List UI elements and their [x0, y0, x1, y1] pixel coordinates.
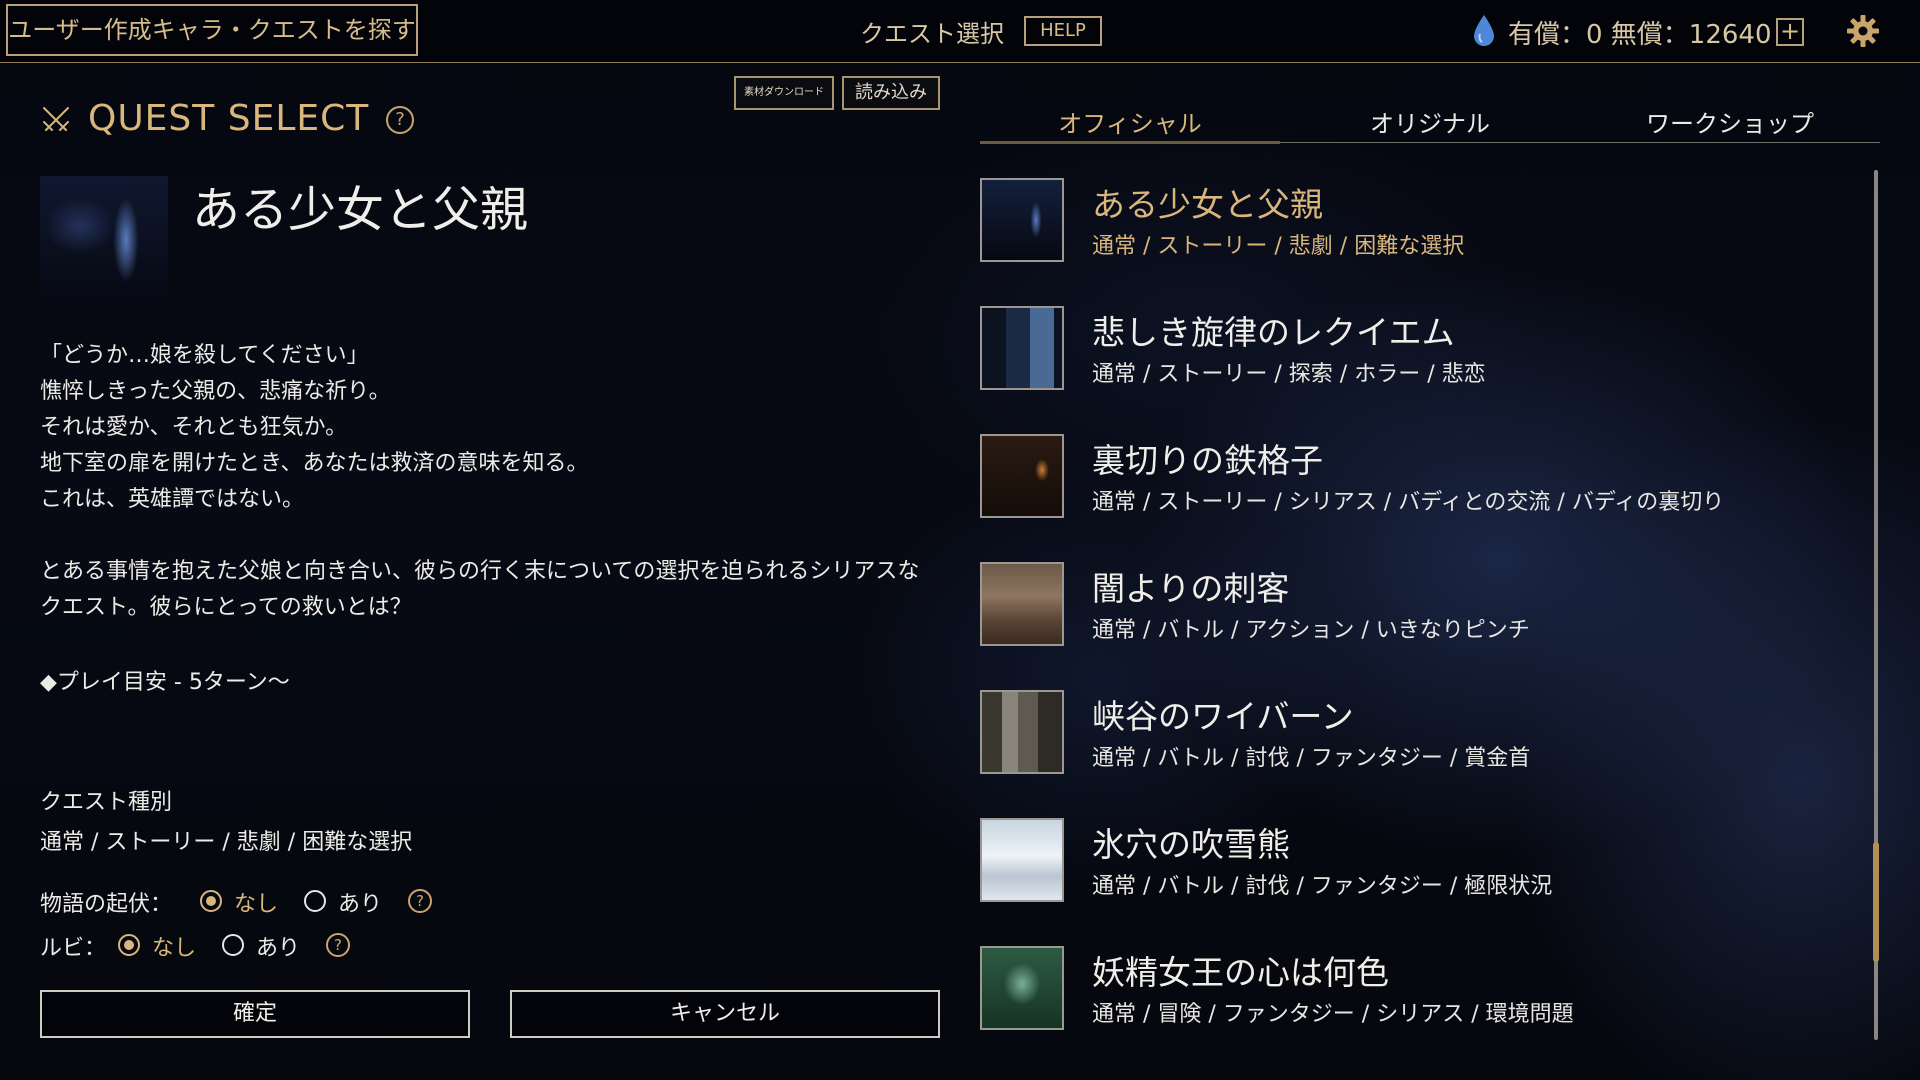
ruby-option-label: ルビ： — [40, 936, 107, 961]
quest-thumbnail — [980, 690, 1064, 774]
quest-thumbnail — [980, 306, 1064, 390]
quest-tags: 通常 / ストーリー / 探索 / ホラー / 悲恋 — [1092, 362, 1486, 387]
quest-select-heading: QUEST SELECT — [88, 98, 370, 139]
ruby-option-none-radio[interactable] — [118, 934, 140, 956]
quest-type-value: 通常 / ストーリー / 悲劇 / 困難な選択 — [40, 830, 413, 855]
quest-thumbnail — [980, 818, 1064, 902]
quest-tags: 通常 / ストーリー / シリアス / バディとの交流 / バディの裏切り — [1092, 490, 1725, 515]
screen-title: クエスト選択 — [860, 20, 1004, 48]
quest-title: 裏切りの鉄格子 — [1092, 441, 1323, 480]
quest-title: ある少女と父親 — [1092, 185, 1323, 224]
quest-tags: 通常 / ストーリー / 悲劇 / 困難な選択 — [1092, 234, 1465, 259]
quest-list-item[interactable]: 闇よりの刺客 通常 / バトル / アクション / いきなりピンチ — [980, 560, 1860, 650]
selected-quest-thumbnail — [40, 176, 168, 304]
gear-icon[interactable] — [1846, 14, 1880, 48]
download-assets-button[interactable]: 素材ダウンロード — [734, 76, 834, 110]
quest-title: 峡谷のワイバーン — [1092, 697, 1354, 736]
ruby-option-yes-radio[interactable] — [222, 934, 244, 956]
confirm-button[interactable]: 確定 — [40, 990, 470, 1038]
help-button[interactable]: HELP — [1024, 16, 1102, 46]
ruby-option-yes-label[interactable]: あり — [256, 930, 300, 962]
active-tab-indicator — [980, 141, 1280, 144]
quest-thumbnail — [980, 562, 1064, 646]
quest-list-item[interactable]: 峡谷のワイバーン 通常 / バトル / 討伐 / ファンタジー / 賞金首 — [980, 688, 1860, 778]
quest-title: 妖精女王の心は何色 — [1092, 953, 1389, 992]
story-option-yes-radio[interactable] — [304, 890, 326, 912]
quest-thumbnail — [980, 178, 1064, 262]
cancel-button[interactable]: キャンセル — [510, 990, 940, 1038]
quest-title: 氷穴の吹雪熊 — [1092, 825, 1290, 864]
quest-list-item[interactable]: 氷穴の吹雪熊 通常 / バトル / 討伐 / ファンタジー / 極限状況 — [980, 816, 1860, 906]
story-option-yes-label[interactable]: あり — [338, 886, 382, 918]
scrollbar-thumb[interactable] — [1873, 842, 1879, 962]
quest-tags: 通常 / 冒険 / ファンタジー / シリアス / 環境問題 — [1092, 1002, 1574, 1027]
tab-original[interactable]: オリジナル — [1280, 104, 1580, 139]
ruby-option-none-label[interactable]: なし — [152, 930, 196, 962]
quest-tags: 通常 / バトル / 討伐 / ファンタジー / 賞金首 — [1092, 746, 1531, 771]
add-currency-button[interactable]: + — [1776, 18, 1804, 46]
quest-list-item[interactable]: 悲しき旋律のレクイエム 通常 / ストーリー / 探索 / ホラー / 悲恋 — [980, 304, 1860, 394]
search-user-creations-button[interactable]: ユーザー作成キャラ・クエストを探す — [6, 4, 418, 56]
crossed-swords-icon — [43, 107, 69, 131]
currency-balance: 有償：0 無償：12640 — [1508, 20, 1772, 50]
quest-thumbnail — [980, 434, 1064, 518]
quest-select-screen: ユーザー作成キャラ・クエストを探す クエスト選択 HELP 有償：0 無償：12… — [0, 0, 1920, 1080]
top-bar: ユーザー作成キャラ・クエストを探す クエスト選択 HELP 有償：0 無償：12… — [0, 0, 1920, 63]
ruby-option-help-icon[interactable]: ? — [326, 933, 350, 957]
quest-select-help-icon[interactable]: ? — [386, 106, 414, 134]
quest-source-tabs: オフィシャル オリジナル ワークショップ — [980, 104, 1880, 144]
load-button[interactable]: 読み込み — [842, 76, 940, 110]
quest-list-item[interactable]: 裏切りの鉄格子 通常 / ストーリー / シリアス / バディとの交流 / バデ… — [980, 432, 1860, 522]
selected-quest-title: ある少女と父親 — [192, 182, 529, 238]
story-option-help-icon[interactable]: ? — [408, 889, 432, 913]
quest-thumbnail — [980, 946, 1064, 1030]
quest-tags: 通常 / バトル / アクション / いきなりピンチ — [1092, 618, 1530, 643]
quest-description: 「どうか…娘を殺してください」 憔悴しきった父親の、悲痛な祈り。 それは愛か、そ… — [40, 343, 589, 512]
quest-list-item[interactable]: 妖精女王の心は何色 通常 / 冒険 / ファンタジー / シリアス / 環境問題 — [980, 944, 1860, 1034]
tab-workshop[interactable]: ワークショップ — [1580, 104, 1880, 139]
quest-list-item[interactable]: ある少女と父親 通常 / ストーリー / 悲劇 / 困難な選択 — [980, 176, 1860, 266]
quest-summary: とある事情を抱えた父娘と向き合い、彼らの行く末についての選択を迫られるシリアスな… — [40, 559, 920, 620]
quest-title: 悲しき旋律のレクイエム — [1092, 313, 1455, 352]
story-option-none-radio[interactable] — [200, 890, 222, 912]
tab-official[interactable]: オフィシャル — [980, 104, 1280, 139]
quest-tags: 通常 / バトル / 討伐 / ファンタジー / 極限状況 — [1092, 874, 1553, 899]
quest-title: 闇よりの刺客 — [1092, 569, 1290, 608]
story-option-label: 物語の起伏： — [40, 892, 173, 917]
story-option-none-label[interactable]: なし — [234, 886, 278, 918]
play-time-estimate: ◆プレイ目安 - 5ターン～ — [40, 670, 290, 695]
water-drop-icon — [1474, 15, 1494, 46]
quest-type-label: クエスト種別 — [40, 790, 173, 815]
